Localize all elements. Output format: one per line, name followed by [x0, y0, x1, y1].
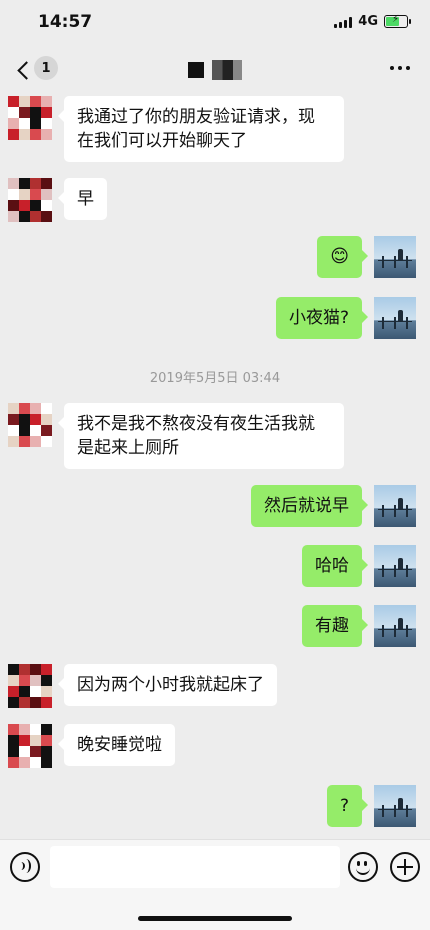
message-bubble[interactable]: 早: [58, 178, 107, 220]
user-avatar[interactable]: [374, 485, 416, 527]
message-bubble[interactable]: 😊: [317, 236, 368, 278]
message-input[interactable]: [50, 846, 340, 888]
more-options-button[interactable]: [390, 66, 410, 70]
message-bubble[interactable]: 我通过了你的朋友验证请求，现在我们可以开始聊天了: [58, 96, 344, 162]
status-bar: 14:57 4G ⚡: [0, 0, 430, 44]
message-bubble[interactable]: 然后就说早: [251, 485, 368, 527]
contact-avatar[interactable]: [8, 403, 52, 447]
more-functions-button[interactable]: [390, 852, 420, 882]
signal-icon: [334, 16, 353, 28]
message-bubble[interactable]: 哈哈: [302, 545, 368, 587]
battery-icon: ⚡: [384, 14, 411, 28]
chevron-left-icon: [17, 60, 36, 80]
message-bubble[interactable]: 有趣: [302, 605, 368, 647]
input-bar: [0, 839, 430, 930]
message-timestamp: 2019年5月5日 03:44: [149, 371, 281, 386]
user-avatar[interactable]: [374, 545, 416, 587]
user-avatar[interactable]: [374, 236, 416, 278]
more-dots-icon: [390, 66, 394, 70]
voice-button[interactable]: [10, 852, 40, 882]
message-bubble[interactable]: 晚安睡觉啦: [58, 724, 175, 766]
home-indicator: [138, 916, 292, 921]
chat-message-list[interactable]: 我通过了你的朋友验证请求，现在我们可以开始聊天了 早 😊 小夜猫? 2019年5…: [0, 94, 430, 839]
user-avatar[interactable]: [374, 297, 416, 339]
contact-avatar[interactable]: [8, 178, 52, 222]
contact-avatar[interactable]: [8, 724, 52, 768]
network-label: 4G: [358, 14, 378, 29]
charging-icon: ⚡: [392, 14, 400, 25]
status-indicators: 4G ⚡: [334, 14, 411, 29]
message-bubble[interactable]: 小夜猫?: [275, 297, 369, 339]
contact-avatar[interactable]: [8, 664, 52, 708]
contact-avatar[interactable]: [8, 96, 52, 140]
user-avatar[interactable]: [374, 785, 416, 827]
emoji-button[interactable]: [348, 852, 378, 882]
message-bubble[interactable]: ?: [326, 785, 369, 827]
message-bubble[interactable]: 因为两个小时我就起床了: [58, 664, 277, 706]
nav-bar: 1: [0, 44, 430, 94]
contact-name-pixelated[interactable]: [188, 60, 244, 80]
unread-count-badge[interactable]: 1: [34, 56, 58, 80]
status-time: 14:57: [38, 12, 93, 32]
message-bubble[interactable]: 我不是我不熬夜没有夜生活我就是起来上厕所: [58, 403, 344, 469]
user-avatar[interactable]: [374, 605, 416, 647]
